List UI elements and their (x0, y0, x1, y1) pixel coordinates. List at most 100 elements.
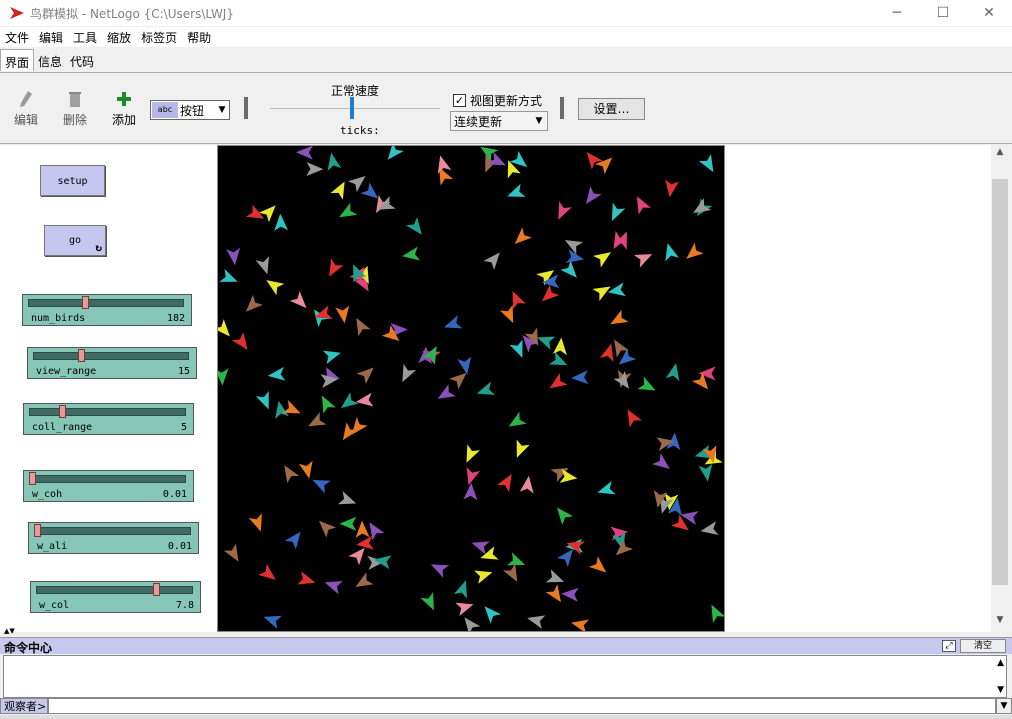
menu-edit[interactable]: 编辑 (34, 27, 68, 47)
maximize-button[interactable]: ☐ (920, 0, 966, 26)
bird-turtle (561, 587, 579, 602)
slider-view-range[interactable]: view_range 15 (27, 347, 197, 379)
world-view[interactable] (217, 145, 725, 632)
bird-turtle (463, 482, 478, 501)
bird-turtle (514, 227, 532, 245)
turtle-layer (218, 146, 724, 631)
bird-turtle (245, 204, 265, 219)
update-mode-value: 连续更新 (454, 114, 503, 129)
minimize-button[interactable]: ─ (874, 0, 920, 26)
menu-tabs[interactable]: 标签页 (136, 27, 182, 47)
bird-turtle (284, 531, 301, 550)
bird-turtle (322, 350, 341, 365)
view-update-checkbox[interactable]: ✓ (453, 94, 466, 107)
slider-num-birds[interactable]: num_birds 182 (22, 294, 192, 326)
trash-icon (57, 89, 93, 109)
command-input[interactable] (48, 698, 996, 714)
slider-w-coh[interactable]: w_coh 0.01 (23, 470, 194, 502)
bird-turtle (636, 196, 652, 215)
bird-turtle (298, 460, 313, 479)
slider-knob[interactable] (59, 405, 66, 418)
bird-turtle (637, 376, 656, 391)
bird-turtle (405, 216, 422, 235)
slider-w-ali[interactable]: w_ali 0.01 (28, 522, 199, 554)
bird-turtle (627, 409, 642, 428)
bird-turtle (356, 317, 371, 337)
expand-icon[interactable]: ⤢ (942, 640, 956, 652)
add-label: 添加 (111, 113, 136, 127)
tab-interface[interactable]: 界面 (0, 49, 35, 71)
settings-button[interactable]: 设置… (578, 98, 645, 120)
bird-turtle (453, 580, 468, 599)
tab-code[interactable]: 代码 (66, 49, 98, 71)
bird-turtle (588, 556, 607, 573)
update-mode-select[interactable]: 连续更新 ▼ (450, 111, 548, 131)
slider-knob[interactable] (34, 524, 41, 537)
bird-turtle (335, 305, 350, 324)
bird-turtle (652, 453, 670, 470)
bird-turtle (541, 284, 560, 302)
netlogo-red-arrow-icon (10, 7, 24, 19)
bird-turtle (558, 201, 572, 220)
add-button[interactable]: 添加 (106, 89, 142, 128)
bird-turtle (297, 571, 316, 585)
menu-tools[interactable]: 工具 (68, 27, 102, 47)
chevron-down-icon[interactable]: ▼ (996, 698, 1012, 714)
bird-turtle (218, 319, 230, 337)
bird-turtle (476, 381, 496, 395)
scrollbar-thumb[interactable] (992, 179, 1008, 585)
interface-toolbar: 编辑 删除 添加 abc 按钮 ▼ 正常速度 ticks: ✓ 视图更新方式 连… (0, 72, 1012, 144)
scroll-down-icon[interactable]: ▼ (997, 685, 1004, 695)
button-widget-icon: abc (152, 102, 178, 118)
bird-turtle (571, 370, 589, 385)
bird-turtle (255, 390, 269, 410)
clear-button[interactable]: 清空 (960, 639, 1006, 653)
bird-turtle (586, 186, 602, 204)
slider-knob[interactable] (77, 349, 85, 362)
slider-name: num_birds (31, 313, 86, 324)
bird-turtle (548, 351, 568, 366)
split-arrows-icon[interactable]: ▲▼ (4, 628, 15, 635)
menu-file[interactable]: 文件 (0, 27, 34, 47)
bird-turtle (267, 366, 286, 381)
slider-w-col[interactable]: w_col 7.8 (30, 581, 201, 613)
command-center-title: 命令中心 (4, 641, 53, 655)
setup-button[interactable]: setup (40, 165, 105, 196)
go-button[interactable]: go ↻ (44, 225, 106, 256)
bird-turtle (564, 240, 584, 255)
menu-help[interactable]: 帮助 (182, 27, 216, 47)
slider-knob[interactable] (81, 296, 89, 309)
slider-track (36, 586, 193, 594)
chevron-down-icon: ▼ (535, 116, 543, 126)
scroll-up-icon[interactable]: ▲ (997, 658, 1004, 668)
bird-turtle (248, 513, 262, 532)
bird-turtle (552, 337, 567, 356)
bird-turtle (387, 146, 404, 160)
bird-turtle (560, 260, 577, 278)
slider-track (28, 299, 184, 307)
command-output[interactable]: ▲ ▼ (3, 655, 1007, 698)
widget-type-select[interactable]: abc 按钮 ▼ (150, 100, 230, 120)
bird-turtle (502, 563, 518, 582)
bird-turtle (443, 315, 463, 329)
bird-turtle (466, 444, 481, 463)
slider-knob[interactable] (29, 472, 36, 485)
slider-coll-range[interactable]: coll_range 5 (23, 403, 194, 435)
delete-button[interactable]: 删除 (57, 89, 93, 128)
slider-knob[interactable] (153, 583, 160, 596)
bird-turtle (527, 615, 546, 629)
speed-slider-knob[interactable] (349, 97, 354, 119)
menu-zoom[interactable]: 缩放 (102, 27, 136, 47)
bird-turtle (570, 619, 590, 631)
chevron-down-icon: ▼ (218, 105, 226, 115)
speed-slider-track[interactable] (270, 108, 440, 109)
scroll-down-icon[interactable]: ▼ (991, 615, 1009, 631)
bird-turtle (506, 552, 526, 566)
scroll-up-icon[interactable]: ▲ (991, 147, 1009, 163)
interface-scrollbar[interactable]: ▲ ▼ (991, 145, 1009, 632)
bird-turtle (337, 491, 357, 505)
tab-info[interactable]: 信息 (34, 49, 66, 71)
observer-label[interactable]: 观察者> (0, 698, 48, 714)
close-button[interactable]: ✕ (966, 0, 1012, 26)
edit-button[interactable]: 编辑 (8, 89, 44, 128)
